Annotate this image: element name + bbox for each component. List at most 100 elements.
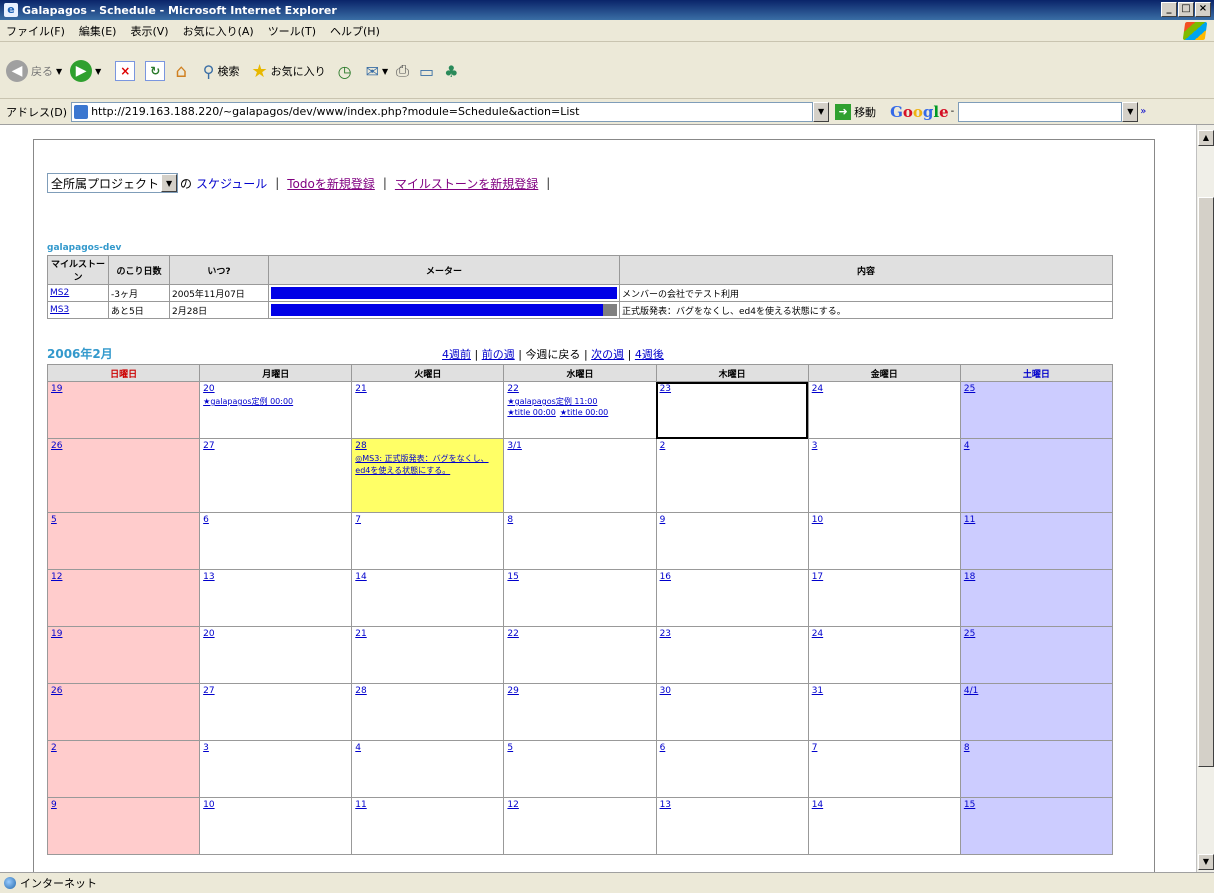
back-dropdown-icon[interactable]: ▼: [56, 67, 62, 76]
mail-dropdown-icon[interactable]: ▼: [382, 67, 388, 76]
calendar-day-cell[interactable]: 19: [46, 626, 201, 684]
calendar-day-cell[interactable]: 2: [46, 740, 201, 798]
home-icon[interactable]: ⌂: [175, 61, 186, 82]
calendar-day-cell[interactable]: 25: [959, 381, 1114, 439]
calendar-day-cell[interactable]: 9: [655, 512, 809, 570]
calendar-day-link[interactable]: 21: [355, 384, 366, 394]
calendar-day-cell[interactable]: 9: [46, 797, 201, 855]
calendar-day-link[interactable]: 3: [203, 743, 209, 753]
back-label[interactable]: 戻る: [31, 63, 53, 79]
calendar-day-link[interactable]: 9: [51, 800, 57, 810]
calendar-day-link[interactable]: 24: [812, 629, 823, 639]
google-menu-icon[interactable]: -: [951, 106, 955, 117]
calendar-day-link[interactable]: 5: [51, 515, 57, 525]
messenger-icon[interactable]: ♣: [444, 62, 458, 81]
go-button[interactable]: ➜ 移動: [835, 103, 876, 120]
calendar-day-link[interactable]: 28: [355, 441, 366, 451]
calendar-day-cell[interactable]: 16: [655, 569, 809, 627]
calendar-day-link[interactable]: 5: [507, 743, 513, 753]
favorites-label[interactable]: お気に入り: [271, 63, 326, 79]
calendar-day-cell[interactable]: 17: [807, 569, 961, 627]
calendar-day-link[interactable]: 13: [203, 572, 214, 582]
calendar-day-cell[interactable]: 8: [959, 740, 1114, 798]
calendar-day-cell[interactable]: 29: [503, 683, 657, 741]
vertical-scrollbar[interactable]: ▲ ▼: [1196, 125, 1214, 872]
calendar-day-cell[interactable]: 8: [503, 512, 657, 570]
calendar-day-link[interactable]: 14: [812, 800, 823, 810]
calendar-day-link[interactable]: 15: [507, 572, 518, 582]
calendar-day-link[interactable]: 8: [964, 743, 970, 753]
calendar-day-link[interactable]: 2: [660, 441, 666, 451]
print-icon[interactable]: ⎙: [396, 61, 409, 81]
calendar-day-cell[interactable]: 6: [199, 512, 353, 570]
menu-help[interactable]: ヘルプ(H): [330, 23, 380, 39]
project-select-dropdown-icon[interactable]: ▼: [161, 174, 178, 192]
favorites-star-icon[interactable]: ★: [251, 61, 267, 82]
minimize-button[interactable]: _: [1161, 2, 1177, 17]
refresh-icon[interactable]: ↻: [145, 61, 166, 81]
calendar-day-cell[interactable]: 15: [959, 797, 1114, 855]
calendar-day-link[interactable]: 18: [964, 572, 975, 582]
calendar-day-cell[interactable]: 21: [351, 381, 505, 439]
search-icon[interactable]: ⚲: [203, 62, 215, 81]
calendar-event-link[interactable]: ★galapagos定例 11:00: [507, 396, 652, 408]
calendar-day-link[interactable]: 2: [51, 743, 57, 753]
calendar-day-cell[interactable]: 7: [807, 740, 961, 798]
milestone-link[interactable]: MS3: [50, 305, 69, 315]
calendar-day-cell[interactable]: 12: [46, 569, 201, 627]
calendar-day-cell[interactable]: 14: [807, 797, 961, 855]
menu-edit[interactable]: 編集(E): [79, 23, 117, 39]
calendar-day-cell[interactable]: 10: [807, 512, 961, 570]
calendar-day-cell[interactable]: 12: [503, 797, 657, 855]
calendar-event-link[interactable]: ★title 00:00: [507, 408, 555, 417]
calendar-day-link[interactable]: 29: [507, 686, 518, 696]
calendar-day-link[interactable]: 10: [203, 800, 214, 810]
calendar-day-cell[interactable]: 23: [655, 381, 809, 439]
calendar-day-link[interactable]: 26: [51, 441, 62, 451]
project-select[interactable]: 全所属プロジェクト ▼: [47, 173, 179, 193]
calendar-day-cell[interactable]: 4: [959, 438, 1114, 513]
calendar-day-cell[interactable]: 18: [959, 569, 1114, 627]
calendar-day-link[interactable]: 17: [812, 572, 823, 582]
calendar-event-link[interactable]: ◎MS3: 正式版発表：バグをなくし、ed4を使える状態にする。: [355, 453, 500, 477]
calendar-day-cell[interactable]: 10: [199, 797, 353, 855]
calendar-day-link[interactable]: 20: [203, 629, 214, 639]
calendar-day-link[interactable]: 31: [812, 686, 823, 696]
calendar-day-cell[interactable]: 20 ★galapagos定例 00:00: [199, 381, 353, 439]
calendar-day-cell[interactable]: 7: [351, 512, 505, 570]
calendar-day-link[interactable]: 24: [812, 384, 823, 394]
calendar-day-cell[interactable]: 5: [46, 512, 201, 570]
calendar-day-link[interactable]: 23: [660, 629, 671, 639]
menu-view[interactable]: 表示(V): [130, 23, 168, 39]
history-icon[interactable]: ◷: [338, 62, 352, 81]
calendar-day-cell[interactable]: 13: [655, 797, 809, 855]
calendar-day-link[interactable]: 27: [203, 686, 214, 696]
next-week-link[interactable]: 次の週: [591, 348, 624, 361]
calendar-day-cell[interactable]: 14: [351, 569, 505, 627]
google-dropdown-icon[interactable]: ▼: [1122, 101, 1139, 122]
edit-icon[interactable]: ▭: [419, 62, 434, 81]
calendar-day-cell[interactable]: 4/1: [959, 683, 1114, 741]
calendar-day-cell[interactable]: 15: [503, 569, 657, 627]
calendar-day-link[interactable]: 4: [355, 743, 361, 753]
calendar-day-link[interactable]: 6: [203, 515, 209, 525]
calendar-day-cell[interactable]: 22: [503, 626, 657, 684]
scroll-thumb[interactable]: [1198, 197, 1214, 767]
calendar-day-link[interactable]: 13: [660, 800, 671, 810]
prev-week-link[interactable]: 前の週: [482, 348, 515, 361]
calendar-day-link[interactable]: 7: [812, 743, 818, 753]
calendar-day-cell[interactable]: 28 ◎MS3: 正式版発表：バグをなくし、ed4を使える状態にする。: [351, 438, 505, 513]
calendar-day-link[interactable]: 22: [507, 384, 518, 394]
calendar-day-link[interactable]: 4/1: [964, 686, 978, 696]
menu-favorites[interactable]: お気に入り(A): [183, 23, 254, 39]
calendar-day-link[interactable]: 22: [507, 629, 518, 639]
calendar-day-link[interactable]: 25: [964, 384, 975, 394]
next-4-weeks-link[interactable]: 4週後: [635, 348, 664, 361]
calendar-day-link[interactable]: 30: [660, 686, 671, 696]
calendar-day-link[interactable]: 9: [660, 515, 666, 525]
calendar-day-cell[interactable]: 31: [807, 683, 961, 741]
back-arrow-icon[interactable]: ◀: [6, 60, 28, 82]
new-todo-link[interactable]: Todoを新規登録: [287, 175, 375, 192]
calendar-day-cell[interactable]: 23: [655, 626, 809, 684]
calendar-day-cell[interactable]: 4: [351, 740, 505, 798]
